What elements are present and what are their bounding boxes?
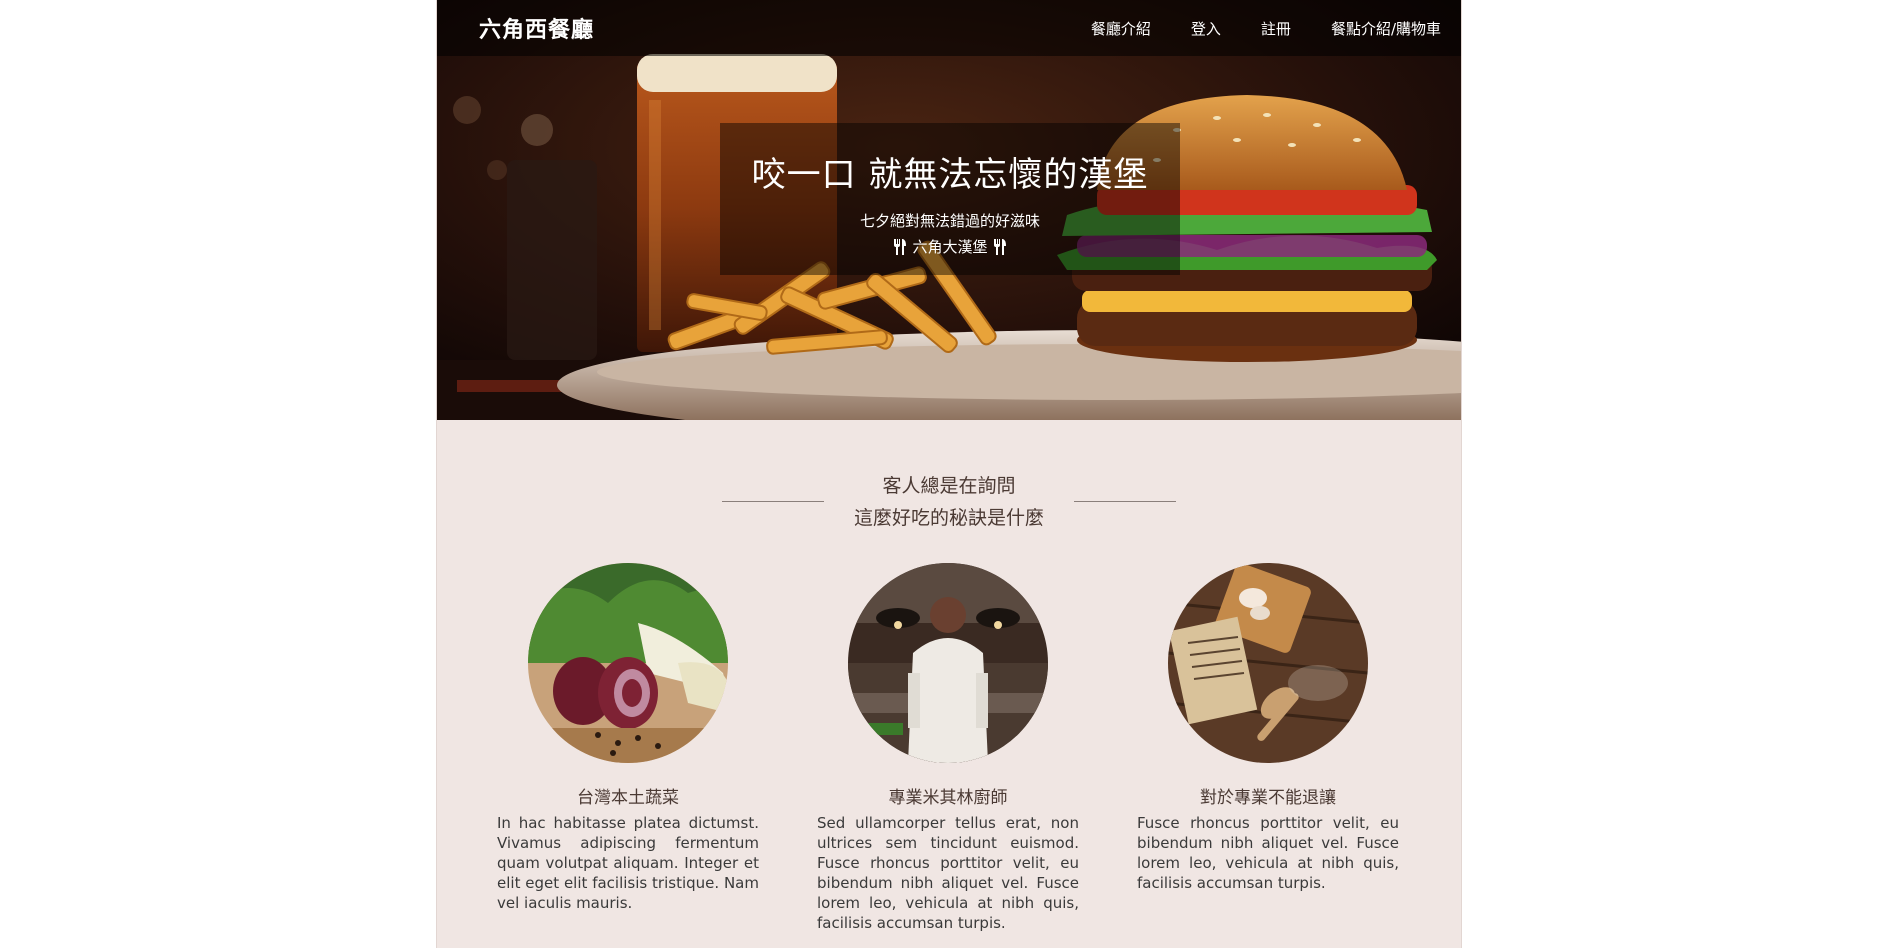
feature-title-vegetables: 台灣本土蔬菜 [577,788,679,808]
nav-link-login[interactable]: 登入 [1191,18,1221,39]
page: 六角西餐廳 餐廳介紹 登入 註冊 餐點介紹/購物車 咬一口 就無法忘懷的漢堡 七… [436,0,1462,948]
vegetables-photo [528,563,728,763]
hero-tagline-row: 六角大漢堡 [720,236,1180,257]
feature-text-vegetables: In hac habitasse platea dictumst. Vivamu… [497,814,759,912]
nav-link-restaurant-intro[interactable]: 餐廳介紹 [1091,18,1151,39]
feature-card-vegetables: 台灣本土蔬菜 In hac habitasse platea dictumst.… [497,563,759,913]
hero-title: 咬一口 就無法忘懷的漢堡 [751,155,1149,195]
feature-title-chef: 專業米其林廚師 [888,788,1008,808]
hero-caption-box: 咬一口 就無法忘懷的漢堡 七夕絕對無法錯過的好滋味 六角大漢堡 [720,123,1180,275]
feature-title-professional: 對於專業不能退讓 [1200,788,1336,808]
feature-card-chef: 專業米其林廚師 Sed ullamcorper tellus erat, non… [817,563,1079,933]
feature-card-professional: 對於專業不能退讓 Fusce rhoncus porttitor velit, … [1137,563,1399,893]
recipe-table-photo [1168,563,1368,763]
hero-subtitle: 七夕絕對無法錯過的好滋味 [859,212,1040,230]
hero-banner: 六角西餐廳 餐廳介紹 登入 註冊 餐點介紹/購物車 咬一口 就無法忘懷的漢堡 七… [437,0,1461,420]
utensils-icon [894,238,907,255]
feature-text-professional: Fusce rhoncus porttitor velit, eu bibend… [1137,814,1399,892]
section-heading-line2: 這麼好吃的秘訣是什麼 [853,507,1044,529]
navbar: 六角西餐廳 餐廳介紹 登入 註冊 餐點介紹/購物車 [437,0,1461,56]
hero-tagline: 六角大漢堡 [912,238,988,256]
nav-link-register[interactable]: 註冊 [1261,18,1291,39]
utensils-icon [993,238,1006,255]
chef-photo [848,563,1048,763]
nav-links: 餐廳介紹 登入 註冊 餐點介紹/購物車 [1051,18,1441,39]
section-heading: 客人總是在詢問 這麼好吃的秘訣是什麼 [437,470,1461,534]
section-heading-line1: 客人總是在詢問 [882,475,1016,497]
brand-logo-link[interactable]: 六角西餐廳 [479,12,594,44]
feature-text-chef: Sed ullamcorper tellus erat, non ultrice… [817,814,1079,932]
nav-link-menu-cart[interactable]: 餐點介紹/購物車 [1331,18,1441,39]
